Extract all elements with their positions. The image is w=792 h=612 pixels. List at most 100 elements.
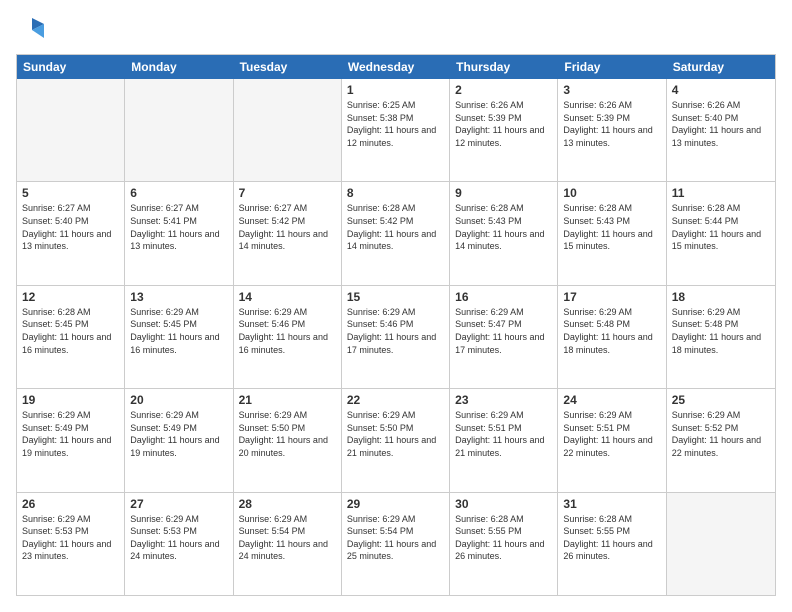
day-number-13: 13 <box>130 290 227 304</box>
day-info-31: Sunrise: 6:28 AMSunset: 5:55 PMDaylight:… <box>563 514 652 562</box>
calendar-body: 1Sunrise: 6:25 AMSunset: 5:38 PMDaylight… <box>17 79 775 595</box>
day-number-18: 18 <box>672 290 770 304</box>
header-tuesday: Tuesday <box>234 55 342 79</box>
day-number-8: 8 <box>347 186 444 200</box>
day-cell-25: 25 Sunrise: 6:29 AMSunset: 5:52 PMDayligh… <box>667 389 775 491</box>
header-sunday: Sunday <box>17 55 125 79</box>
day-number-6: 6 <box>130 186 227 200</box>
day-number-26: 26 <box>22 497 119 511</box>
day-info-18: Sunrise: 6:29 AMSunset: 5:48 PMDaylight:… <box>672 307 761 355</box>
header <box>16 16 776 44</box>
day-info-25: Sunrise: 6:29 AMSunset: 5:52 PMDaylight:… <box>672 410 761 458</box>
day-info-19: Sunrise: 6:29 AMSunset: 5:49 PMDaylight:… <box>22 410 111 458</box>
day-number-7: 7 <box>239 186 336 200</box>
calendar-header: Sunday Monday Tuesday Wednesday Thursday… <box>17 55 775 79</box>
day-number-2: 2 <box>455 83 552 97</box>
day-number-12: 12 <box>22 290 119 304</box>
day-info-24: Sunrise: 6:29 AMSunset: 5:51 PMDaylight:… <box>563 410 652 458</box>
day-info-6: Sunrise: 6:27 AMSunset: 5:41 PMDaylight:… <box>130 203 219 251</box>
day-cell-8: 8 Sunrise: 6:28 AMSunset: 5:42 PMDaylight… <box>342 182 450 284</box>
day-number-14: 14 <box>239 290 336 304</box>
page: Sunday Monday Tuesday Wednesday Thursday… <box>0 0 792 612</box>
day-cell-4: 4 Sunrise: 6:26 AMSunset: 5:40 PMDaylight… <box>667 79 775 181</box>
day-info-20: Sunrise: 6:29 AMSunset: 5:49 PMDaylight:… <box>130 410 219 458</box>
day-number-3: 3 <box>563 83 660 97</box>
day-info-9: Sunrise: 6:28 AMSunset: 5:43 PMDaylight:… <box>455 203 544 251</box>
day-cell-15: 15 Sunrise: 6:29 AMSunset: 5:46 PMDayligh… <box>342 286 450 388</box>
day-cell-24: 24 Sunrise: 6:29 AMSunset: 5:51 PMDayligh… <box>558 389 666 491</box>
day-number-5: 5 <box>22 186 119 200</box>
day-cell-19: 19Sunrise: 6:29 AMSunset: 5:49 PMDayligh… <box>17 389 125 491</box>
day-info-4: Sunrise: 6:26 AMSunset: 5:40 PMDaylight:… <box>672 100 761 148</box>
day-number-1: 1 <box>347 83 444 97</box>
day-cell-26: 26 Sunrise: 6:29 AMSunset: 5:53 PMDayligh… <box>17 493 125 595</box>
day-number-30: 30 <box>455 497 552 511</box>
day-cell-30: 30Sunrise: 6:28 AMSunset: 5:55 PMDayligh… <box>450 493 558 595</box>
day-number-27: 27 <box>130 497 227 511</box>
day-info-11: Sunrise: 6:28 AMSunset: 5:44 PMDaylight:… <box>672 203 761 251</box>
day-number-20: 20 <box>130 393 227 407</box>
week-row-4: 19Sunrise: 6:29 AMSunset: 5:49 PMDayligh… <box>17 389 775 492</box>
day-info-3: Sunrise: 6:26 AMSunset: 5:39 PMDaylight:… <box>563 100 652 148</box>
day-cell-2: 2 Sunrise: 6:26 AMSunset: 5:39 PMDaylight… <box>450 79 558 181</box>
day-info-10: Sunrise: 6:28 AMSunset: 5:43 PMDaylight:… <box>563 203 652 251</box>
header-wednesday: Wednesday <box>342 55 450 79</box>
day-info-16: Sunrise: 6:29 AMSunset: 5:47 PMDaylight:… <box>455 307 544 355</box>
day-cell-11: 11 Sunrise: 6:28 AMSunset: 5:44 PMDayligh… <box>667 182 775 284</box>
day-number-17: 17 <box>563 290 660 304</box>
day-info-2: Sunrise: 6:26 AMSunset: 5:39 PMDaylight:… <box>455 100 544 148</box>
day-number-4: 4 <box>672 83 770 97</box>
empty-cell-0-0 <box>17 79 125 181</box>
day-cell-20: 20 Sunrise: 6:29 AMSunset: 5:49 PMDayligh… <box>125 389 233 491</box>
day-cell-6: 6 Sunrise: 6:27 AMSunset: 5:41 PMDaylight… <box>125 182 233 284</box>
calendar: Sunday Monday Tuesday Wednesday Thursday… <box>16 54 776 596</box>
empty-cell-0-2 <box>234 79 342 181</box>
day-info-22: Sunrise: 6:29 AMSunset: 5:50 PMDaylight:… <box>347 410 436 458</box>
day-info-29: Sunrise: 6:29 AMSunset: 5:54 PMDaylight:… <box>347 514 436 562</box>
day-info-13: Sunrise: 6:29 AMSunset: 5:45 PMDaylight:… <box>130 307 219 355</box>
day-info-26: Sunrise: 6:29 AMSunset: 5:53 PMDaylight:… <box>22 514 111 562</box>
day-info-15: Sunrise: 6:29 AMSunset: 5:46 PMDaylight:… <box>347 307 436 355</box>
day-number-16: 16 <box>455 290 552 304</box>
day-number-9: 9 <box>455 186 552 200</box>
day-number-23: 23 <box>455 393 552 407</box>
day-cell-27: 27 Sunrise: 6:29 AMSunset: 5:53 PMDayligh… <box>125 493 233 595</box>
header-monday: Monday <box>125 55 233 79</box>
day-info-8: Sunrise: 6:28 AMSunset: 5:42 PMDaylight:… <box>347 203 436 251</box>
day-info-12: Sunrise: 6:28 AMSunset: 5:45 PMDaylight:… <box>22 307 111 355</box>
day-number-11: 11 <box>672 186 770 200</box>
day-cell-9: 9 Sunrise: 6:28 AMSunset: 5:43 PMDaylight… <box>450 182 558 284</box>
empty-cell-4-6 <box>667 493 775 595</box>
day-cell-18: 18 Sunrise: 6:29 AMSunset: 5:48 PMDayligh… <box>667 286 775 388</box>
day-cell-10: 10 Sunrise: 6:28 AMSunset: 5:43 PMDayligh… <box>558 182 666 284</box>
day-info-27: Sunrise: 6:29 AMSunset: 5:53 PMDaylight:… <box>130 514 219 562</box>
day-cell-12: 12 Sunrise: 6:28 AMSunset: 5:45 PMDayligh… <box>17 286 125 388</box>
day-number-21: 21 <box>239 393 336 407</box>
day-number-28: 28 <box>239 497 336 511</box>
day-cell-21: 21 Sunrise: 6:29 AMSunset: 5:50 PMDayligh… <box>234 389 342 491</box>
header-friday: Friday <box>558 55 666 79</box>
day-cell-13: 13 Sunrise: 6:29 AMSunset: 5:45 PMDayligh… <box>125 286 233 388</box>
day-cell-22: 22Sunrise: 6:29 AMSunset: 5:50 PMDayligh… <box>342 389 450 491</box>
day-number-29: 29 <box>347 497 444 511</box>
day-cell-1: 1Sunrise: 6:25 AMSunset: 5:38 PMDaylight… <box>342 79 450 181</box>
week-row-3: 12 Sunrise: 6:28 AMSunset: 5:45 PMDayligh… <box>17 286 775 389</box>
day-cell-17: 17 Sunrise: 6:29 AMSunset: 5:48 PMDayligh… <box>558 286 666 388</box>
day-cell-5: 5 Sunrise: 6:27 AMSunset: 5:40 PMDaylight… <box>17 182 125 284</box>
day-info-21: Sunrise: 6:29 AMSunset: 5:50 PMDaylight:… <box>239 410 328 458</box>
day-cell-29: 29 Sunrise: 6:29 AMSunset: 5:54 PMDayligh… <box>342 493 450 595</box>
day-number-25: 25 <box>672 393 770 407</box>
week-row-1: 1Sunrise: 6:25 AMSunset: 5:38 PMDaylight… <box>17 79 775 182</box>
day-cell-14: 14 Sunrise: 6:29 AMSunset: 5:46 PMDayligh… <box>234 286 342 388</box>
day-number-31: 31 <box>563 497 660 511</box>
day-info-28: Sunrise: 6:29 AMSunset: 5:54 PMDaylight:… <box>239 514 328 562</box>
day-info-5: Sunrise: 6:27 AMSunset: 5:40 PMDaylight:… <box>22 203 111 251</box>
day-cell-16: 16 Sunrise: 6:29 AMSunset: 5:47 PMDayligh… <box>450 286 558 388</box>
day-number-10: 10 <box>563 186 660 200</box>
day-info-23: Sunrise: 6:29 AMSunset: 5:51 PMDaylight:… <box>455 410 544 458</box>
week-row-5: 26 Sunrise: 6:29 AMSunset: 5:53 PMDayligh… <box>17 493 775 595</box>
day-number-15: 15 <box>347 290 444 304</box>
day-number-24: 24 <box>563 393 660 407</box>
day-info-17: Sunrise: 6:29 AMSunset: 5:48 PMDaylight:… <box>563 307 652 355</box>
day-info-14: Sunrise: 6:29 AMSunset: 5:46 PMDaylight:… <box>239 307 328 355</box>
